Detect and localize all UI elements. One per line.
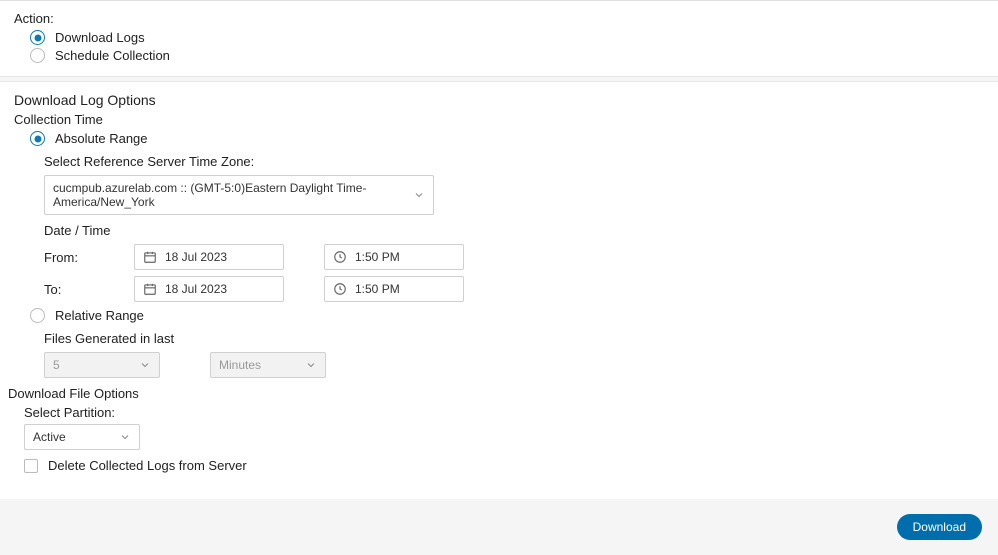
chevron-down-icon	[139, 359, 151, 371]
from-label: From:	[44, 250, 89, 265]
radio-schedule-collection[interactable]: Schedule Collection	[30, 48, 984, 63]
to-date-input[interactable]: 18 Jul 2023	[134, 276, 284, 302]
timezone-value: cucmpub.azurelab.com :: (GMT-5:0)Eastern…	[53, 181, 413, 209]
partition-value: Active	[33, 430, 66, 444]
calendar-icon	[143, 282, 157, 296]
radio-download-logs[interactable]: Download Logs	[30, 30, 984, 45]
timezone-label: Select Reference Server Time Zone:	[44, 154, 984, 169]
to-time-input[interactable]: 1:50 PM	[324, 276, 464, 302]
calendar-icon	[143, 250, 157, 264]
files-number-select: 5	[44, 352, 160, 378]
clock-icon	[333, 250, 347, 264]
delete-logs-label: Delete Collected Logs from Server	[48, 458, 247, 473]
footer-bar: Download	[0, 499, 998, 555]
radio-icon	[30, 308, 45, 323]
files-unit-select: Minutes	[210, 352, 326, 378]
clock-icon	[333, 282, 347, 296]
files-unit-value: Minutes	[219, 358, 261, 372]
collection-time-label: Collection Time	[14, 112, 984, 127]
chevron-down-icon	[119, 431, 131, 443]
radio-icon	[30, 131, 45, 146]
from-date-value: 18 Jul 2023	[165, 250, 227, 264]
from-time-value: 1:50 PM	[355, 250, 400, 264]
partition-label: Select Partition:	[24, 405, 984, 420]
to-date-value: 18 Jul 2023	[165, 282, 227, 296]
radio-label: Schedule Collection	[55, 48, 170, 63]
radio-label: Absolute Range	[55, 131, 148, 146]
to-time-value: 1:50 PM	[355, 282, 400, 296]
delete-logs-checkbox-row[interactable]: Delete Collected Logs from Server	[24, 458, 984, 473]
radio-label: Download Logs	[55, 30, 145, 45]
action-label: Action:	[14, 11, 984, 26]
checkbox-icon	[24, 459, 38, 473]
from-date-input[interactable]: 18 Jul 2023	[134, 244, 284, 270]
files-number-value: 5	[53, 358, 60, 372]
chevron-down-icon	[305, 359, 317, 371]
from-time-input[interactable]: 1:50 PM	[324, 244, 464, 270]
datetime-label: Date / Time	[44, 223, 984, 238]
files-generated-label: Files Generated in last	[44, 331, 984, 346]
to-label: To:	[44, 282, 89, 297]
partition-select[interactable]: Active	[24, 424, 140, 450]
chevron-down-icon	[413, 189, 425, 201]
radio-label: Relative Range	[55, 308, 144, 323]
download-button[interactable]: Download	[897, 514, 982, 540]
radio-absolute-range[interactable]: Absolute Range	[30, 131, 984, 146]
download-file-options-title: Download File Options	[8, 386, 984, 401]
radio-relative-range[interactable]: Relative Range	[30, 308, 984, 323]
radio-icon	[30, 30, 45, 45]
download-log-options-title: Download Log Options	[14, 92, 984, 108]
radio-icon	[30, 48, 45, 63]
timezone-select[interactable]: cucmpub.azurelab.com :: (GMT-5:0)Eastern…	[44, 175, 434, 215]
